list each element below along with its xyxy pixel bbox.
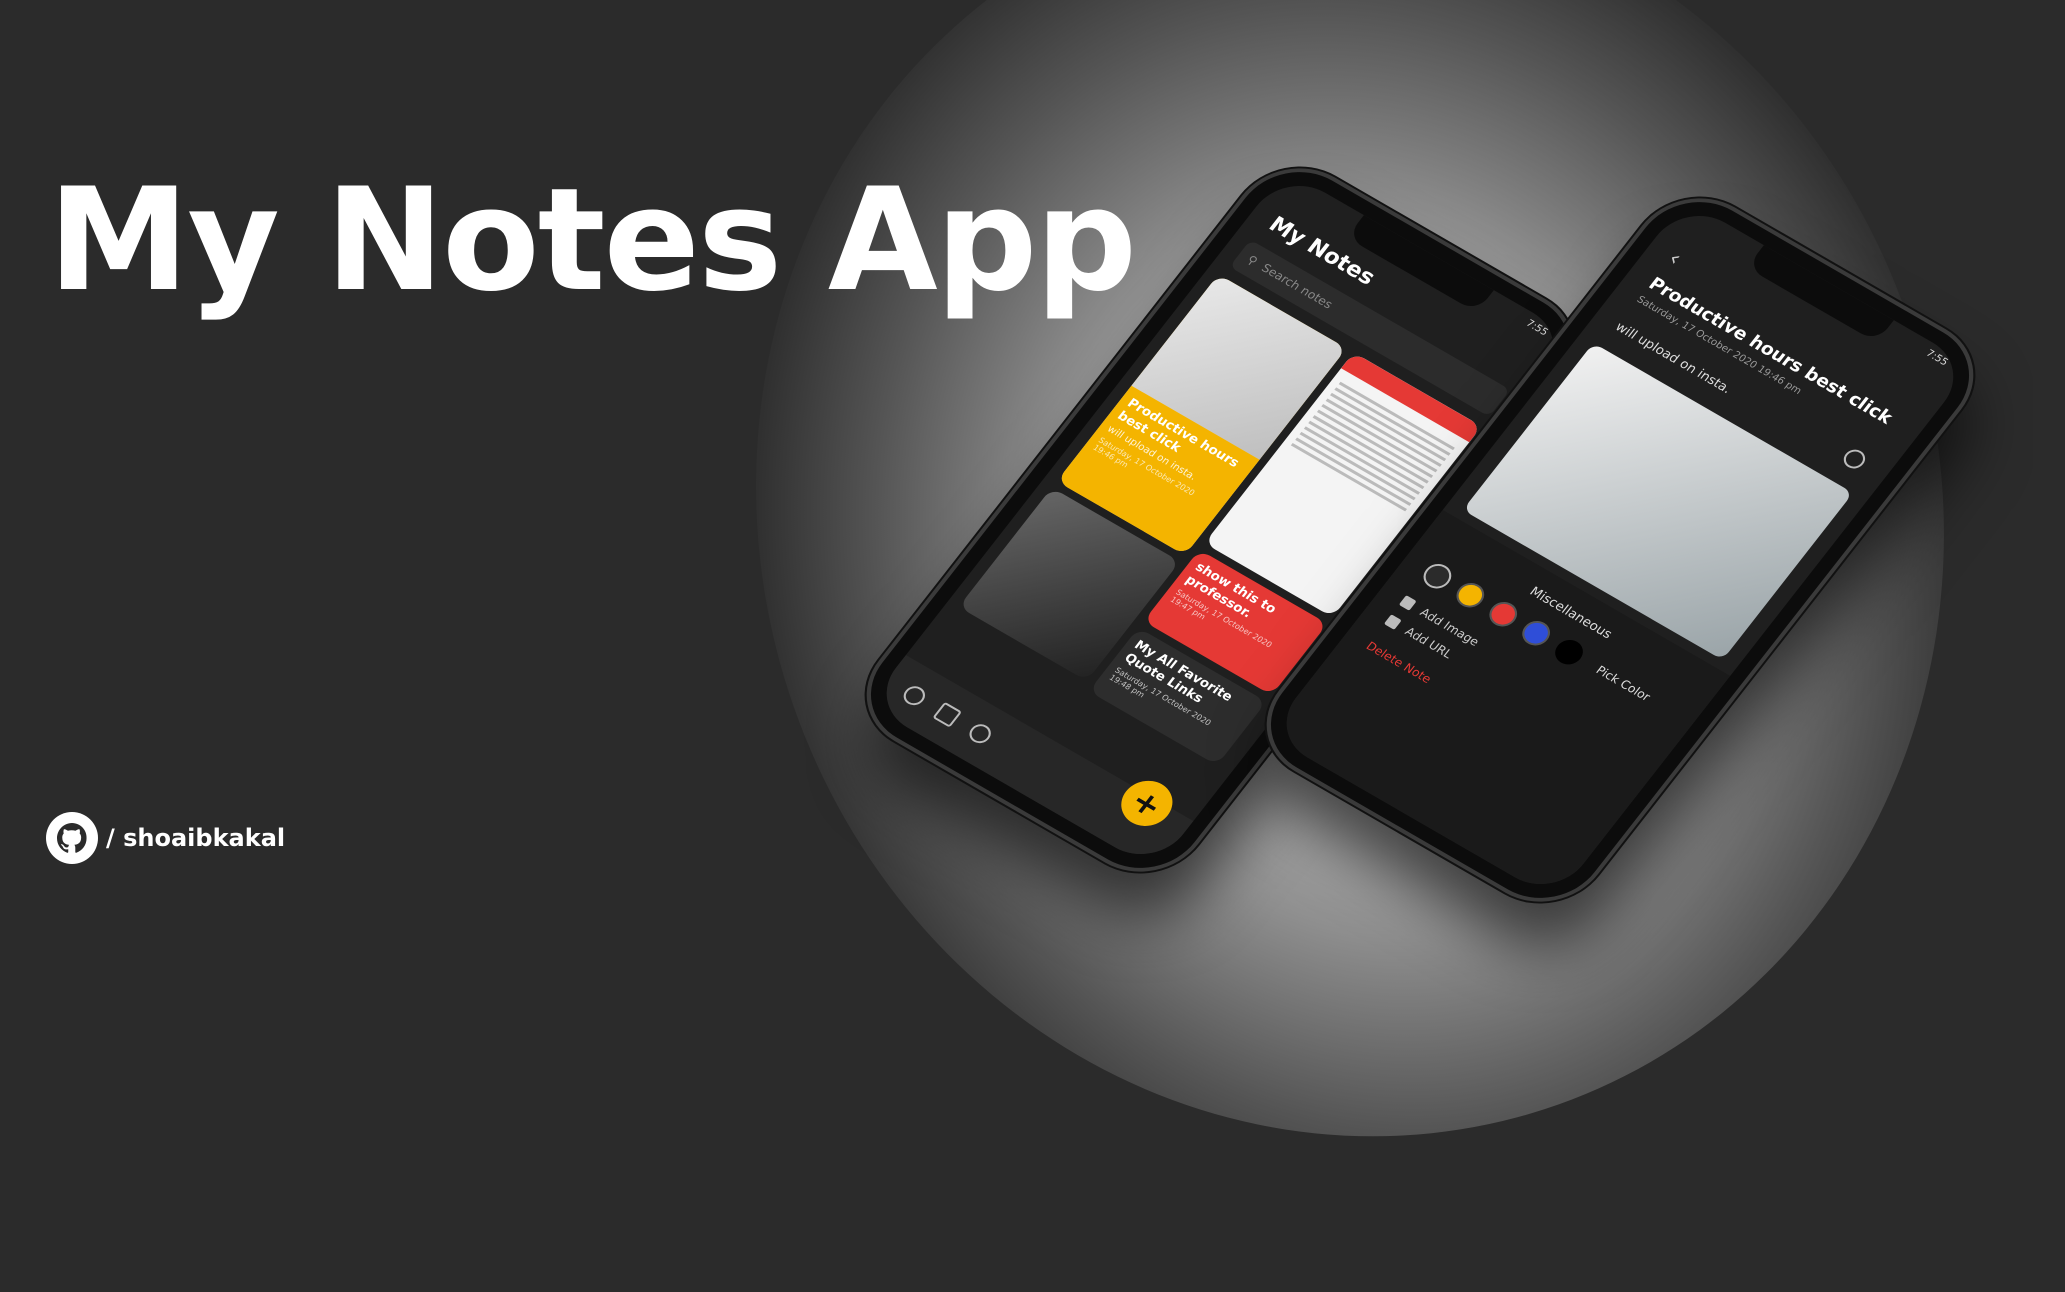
github-link[interactable]: / shoaibkakal xyxy=(46,812,285,864)
globe-icon[interactable] xyxy=(965,720,996,747)
image-icon[interactable] xyxy=(932,701,963,728)
color-option-black[interactable] xyxy=(1549,635,1589,670)
image-icon xyxy=(1398,595,1417,611)
hero-title: My Notes App xyxy=(48,158,1137,323)
back-icon[interactable]: ‹ xyxy=(1663,247,1686,271)
color-option-blue[interactable] xyxy=(1516,616,1556,651)
github-handle: / shoaibkakal xyxy=(106,824,286,852)
search-icon: ⚲ xyxy=(1244,252,1261,269)
link-icon xyxy=(1383,614,1402,630)
color-option-yellow[interactable] xyxy=(1450,578,1490,613)
more-icon[interactable] xyxy=(1839,446,1870,472)
color-option-red[interactable] xyxy=(1483,597,1523,632)
pick-color-label: Pick Color xyxy=(1593,663,1654,704)
github-icon xyxy=(46,812,98,864)
status-time: 7:55 xyxy=(1923,348,1950,369)
status-time: 7:55 xyxy=(1523,318,1550,339)
add-circle-icon[interactable] xyxy=(899,682,930,709)
color-option-default[interactable] xyxy=(1418,559,1457,594)
